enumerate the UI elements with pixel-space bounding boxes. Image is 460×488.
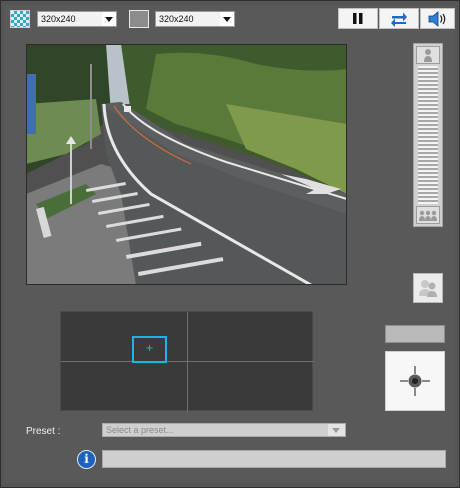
chevron-down-icon[interactable] xyxy=(328,424,345,436)
chevron-down-icon[interactable] xyxy=(102,12,116,26)
ptz-status-bar xyxy=(385,325,445,343)
face-detect-button[interactable] xyxy=(413,273,443,303)
chevron-down-icon[interactable] xyxy=(220,12,234,26)
sound-button[interactable] xyxy=(420,8,455,29)
camera-image xyxy=(26,44,347,285)
ptz-control-area[interactable] xyxy=(60,311,314,412)
swap-button[interactable] xyxy=(379,8,419,29)
zoom-out-button[interactable] xyxy=(416,206,440,224)
pause-button[interactable] xyxy=(338,8,378,29)
resolution-left-value: 320x240 xyxy=(38,12,102,26)
resolution-right-value: 320x240 xyxy=(156,12,220,26)
zoom-single-person-icon xyxy=(424,49,432,62)
zoom-in-button[interactable] xyxy=(416,46,440,64)
info-message-bar xyxy=(102,450,446,468)
resolution-select-right[interactable]: 320x240 xyxy=(155,11,235,27)
joystick-icon xyxy=(400,366,430,396)
people-icon xyxy=(419,280,437,297)
ptz-horizontal-divider xyxy=(61,361,314,362)
preset-placeholder: Select a preset... xyxy=(103,424,328,436)
zoom-slider[interactable] xyxy=(413,43,443,227)
info-icon: i xyxy=(77,450,96,469)
grayscale-mode-icon[interactable] xyxy=(129,10,149,28)
color-mode-icon[interactable] xyxy=(10,10,30,28)
ptz-vertical-divider xyxy=(187,312,188,412)
ptz-target-marker[interactable] xyxy=(132,336,167,363)
live-camera-feed[interactable] xyxy=(26,44,347,285)
swap-arrows-icon xyxy=(391,12,407,27)
joystick-control[interactable] xyxy=(385,351,445,411)
zoom-group-icon xyxy=(419,210,437,221)
preset-select[interactable]: Select a preset... xyxy=(102,423,346,437)
resolution-select-left[interactable]: 320x240 xyxy=(37,11,117,27)
pause-icon xyxy=(353,13,363,24)
preset-label: Preset : xyxy=(26,426,61,437)
zoom-track[interactable] xyxy=(418,66,438,204)
speaker-icon xyxy=(428,10,445,27)
